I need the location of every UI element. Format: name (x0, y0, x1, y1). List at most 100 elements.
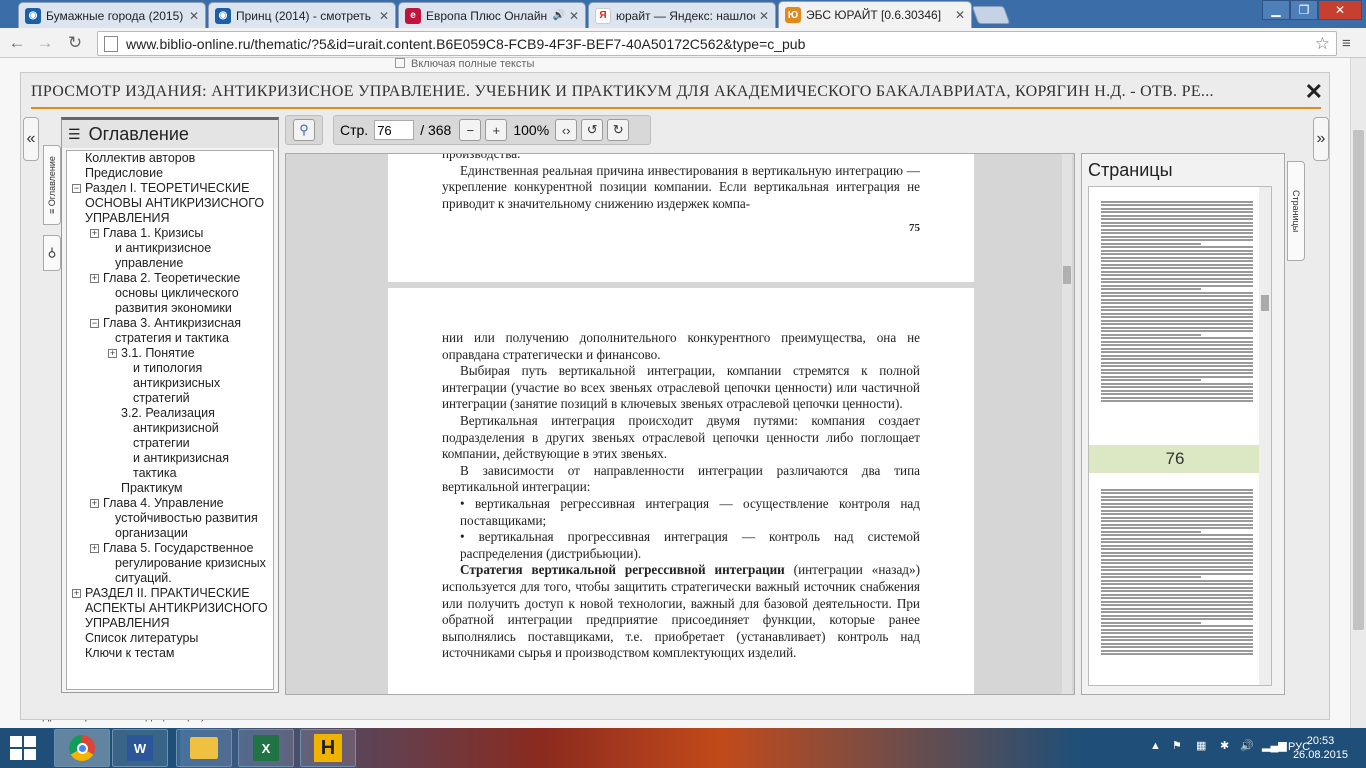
explorer-icon[interactable] (176, 729, 232, 767)
chrome-icon[interactable] (54, 729, 110, 767)
start-button[interactable] (10, 736, 36, 760)
collapse-icon[interactable]: − (90, 319, 99, 328)
page-total: / 368 (420, 122, 452, 138)
toc-item[interactable]: Раздел I. ТЕОРЕТИЧЕСКИЕ ОСНОВЫ АНТИКРИЗИС… (85, 181, 264, 226)
yandex-icon: Я (595, 7, 611, 24)
close-tab-icon[interactable]: ✕ (759, 9, 769, 23)
word-icon[interactable]: W (112, 729, 168, 767)
bookmark-star-icon[interactable]: ☆ (1315, 34, 1330, 54)
chrome-menu-icon[interactable]: ≡ (1342, 35, 1358, 52)
page-scrollbar[interactable] (1350, 58, 1366, 728)
h-app-icon[interactable]: H (300, 729, 356, 767)
close-tab-icon[interactable]: ✕ (189, 9, 199, 23)
zoom-out-icon[interactable]: − (459, 119, 482, 141)
thumbnail-page-number: 76 (1089, 445, 1261, 473)
collapse-left-button[interactable]: « (23, 117, 39, 161)
toc-list: Коллектив авторов Предисловие Раздел I. ТЕ… (66, 150, 274, 690)
expand-icon[interactable]: + (90, 544, 99, 553)
pages-vertical-tab[interactable]: Страницы (1287, 161, 1305, 261)
zoom-in-icon[interactable]: + (485, 119, 508, 141)
browser-toolbar: ← → ↻ www.biblio-online.ru/thematic/?5&i… (0, 28, 1366, 58)
search-vertical-tab[interactable]: ⚲ (43, 235, 61, 271)
toc-item[interactable]: Глава 4. Управление устойчивостью развити… (103, 496, 258, 541)
browser-tab[interactable]: e Европа Плюс Онлайн 🔊 ✕ (398, 2, 586, 28)
thumbnail-page-77[interactable] (1093, 479, 1261, 685)
page-number: 75 (909, 222, 920, 235)
flag-icon[interactable]: ⚑ (1172, 739, 1182, 752)
browser-tab[interactable]: ◉ Принц (2014) - смотреть ✕ (208, 2, 396, 28)
doc-scrollbar[interactable] (1062, 154, 1072, 694)
forward-icon[interactable]: → (34, 32, 56, 54)
browser-tab[interactable]: Я юрайт — Яндекс: нашлос ✕ (588, 2, 776, 28)
urait-icon: Ю (785, 7, 801, 23)
toc-item[interactable]: 3.2. Реализация антикризисной стратегии и а… (121, 406, 229, 481)
toc-item[interactable]: Коллектив авторов (85, 151, 195, 166)
page-number-input[interactable]: 76 (374, 120, 415, 140)
expand-icon[interactable]: + (108, 349, 117, 358)
toc-item[interactable]: Глава 1. Кризисы и антикризисное управлени… (103, 226, 211, 271)
browser-tab-active[interactable]: Ю ЭБС ЮРАЙТ [0.6.30346] ✕ (778, 1, 972, 28)
collapse-right-button[interactable]: » (1313, 117, 1329, 161)
toc-item[interactable]: Список литературы (85, 631, 198, 646)
clock[interactable]: 20:53 26.08.2015 (1293, 734, 1348, 762)
behind-checkbox[interactable]: Включая полные тексты (395, 58, 534, 70)
audio-playing-icon[interactable]: 🔊 (552, 10, 564, 21)
collapse-icon[interactable]: − (72, 184, 81, 193)
toc-item[interactable]: РАЗДЕЛ II. ПРАКТИЧЕСКИЕ АСПЕКТЫ АНТИКРИЗИ… (85, 586, 268, 631)
search-button[interactable]: ⚲ (285, 115, 323, 145)
browser-tab-strip: ◉ Бумажные города (2015) ✕ ◉ Принц (2014)… (0, 0, 1366, 28)
thumbs-scrollbar[interactable] (1259, 187, 1271, 685)
thumbnail-page-76[interactable] (1093, 193, 1261, 445)
viewer-close-button[interactable]: ✕ (1305, 79, 1323, 105)
page-thumbnails[interactable]: 76 (1088, 186, 1272, 686)
page-controls: Стр. 76 / 368 − + 100% ‹› ↺ ↻ (333, 115, 651, 145)
rotate-left-icon[interactable]: ↺ (581, 119, 604, 141)
signal-icon[interactable]: ▂▄▆ (1262, 739, 1287, 752)
toc-item[interactable]: Предисловие (85, 166, 163, 181)
toc-vertical-tab[interactable]: ≡ Оглавление (43, 145, 61, 225)
expand-icon[interactable]: + (90, 274, 99, 283)
window-close-button[interactable]: ✕ (1318, 0, 1362, 20)
rotate-right-icon[interactable]: ↻ (607, 119, 630, 141)
close-tab-icon[interactable]: ✕ (955, 8, 965, 22)
pages-heading: Страницы (1088, 160, 1173, 180)
toc-panel: ☰ Оглавление Коллектив авторов Предисловие… (61, 117, 279, 693)
minimize-button[interactable]: ▁ (1262, 0, 1290, 20)
search-icon: ⚲ (293, 119, 315, 141)
close-tab-icon[interactable]: ✕ (569, 9, 579, 23)
expand-icon[interactable]: + (72, 589, 81, 598)
toc-item[interactable]: Глава 2. Теоретические основы циклическог… (103, 271, 240, 316)
volume-icon[interactable]: 🔊 (1240, 739, 1254, 752)
url-text: www.biblio-online.ru/thematic/?5&id=urai… (126, 35, 806, 52)
viewer-toolbar: ⚲ Стр. 76 / 368 − + 100% ‹› ↺ ↻ (285, 115, 1285, 147)
reload-icon[interactable]: ↻ (64, 32, 86, 54)
expand-icon[interactable]: + (90, 229, 99, 238)
address-bar[interactable]: www.biblio-online.ru/thematic/?5&id=urai… (97, 31, 1337, 56)
page-76: нии или получению дополнительного конкур… (388, 288, 974, 694)
page-75: производства. Единственная реальная прич… (388, 154, 974, 282)
toc-item[interactable]: Глава 3. Антикризисная стратегия и тактик… (103, 316, 241, 346)
bluetooth-icon[interactable]: ✱ (1220, 739, 1229, 752)
network-icon[interactable]: ▦ (1196, 739, 1206, 752)
tray-arrow-icon[interactable]: ▲ (1150, 740, 1161, 752)
fit-width-icon[interactable]: ‹› (555, 119, 578, 141)
list-icon: ☰ (68, 125, 81, 142)
windows-taskbar: W X H ▲ ⚑ ▦ ✱ 🔊 ▂▄▆ РУС 20:53 26.08.2015 (0, 728, 1366, 768)
restore-button[interactable]: ❐ (1290, 0, 1318, 20)
viewer-title: ПРОСМОТР ИЗДАНИЯ: АНТИКРИЗИСНОЕ УПРАВЛЕН… (31, 81, 1321, 109)
system-tray: ▲ ⚑ ▦ ✱ 🔊 ▂▄▆ РУС 20:53 26.08.2015 (1116, 728, 1366, 768)
browser-tab[interactable]: ◉ Бумажные города (2015) ✕ (18, 2, 206, 28)
excel-icon[interactable]: X (238, 729, 294, 767)
close-tab-icon[interactable]: ✕ (379, 9, 389, 23)
toc-item[interactable]: 3.1. Понятие и типология антикризисных стра… (121, 346, 220, 406)
toc-header: ☰ Оглавление (62, 120, 278, 148)
toc-item[interactable]: Ключи к тестам (85, 646, 175, 661)
radio-icon: e (405, 7, 421, 24)
toc-item[interactable]: Глава 5. Государственное регулирование кр… (103, 541, 266, 586)
new-tab-button[interactable] (971, 6, 1011, 24)
document-view[interactable]: производства. Единственная реальная прич… (285, 153, 1075, 695)
film-icon: ◉ (25, 7, 41, 24)
expand-icon[interactable]: + (90, 499, 99, 508)
toc-item[interactable]: Практикум (121, 481, 183, 496)
back-icon[interactable]: ← (6, 32, 28, 54)
